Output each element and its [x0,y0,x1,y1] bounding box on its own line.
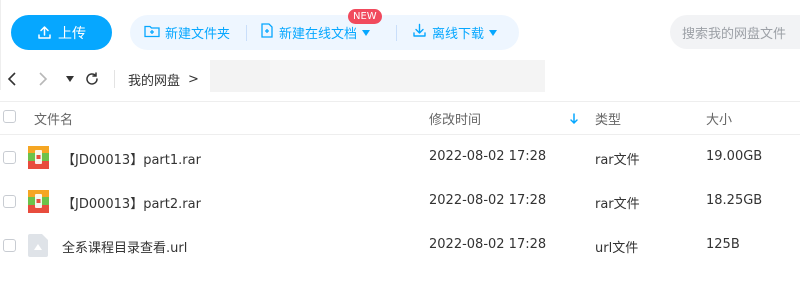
file-name[interactable]: 【JD00013】part2.rar [62,193,201,212]
column-header-name[interactable]: 文件名 [34,109,73,128]
breadcrumb: 我的网盘 > [128,70,199,89]
url-file-icon [28,234,49,257]
file-name[interactable]: 【JD00013】part1.rar [62,149,201,168]
file-modified: 2022-08-02 17:28 [429,237,547,252]
file-size: 125B [706,237,740,252]
file-modified: 2022-08-02 17:28 [429,149,547,164]
column-header-type[interactable]: 类型 [595,109,621,128]
new-online-doc-label: 新建在线文档 [279,27,358,42]
upload-icon [37,25,52,40]
new-doc-icon [260,23,274,42]
file-modified: 2022-08-02 17:28 [429,193,547,208]
column-header-modified[interactable]: 修改时间 [429,109,481,128]
refresh-icon[interactable] [84,70,100,88]
file-type: rar文件 [595,197,640,212]
upload-button[interactable]: 上传 [11,15,112,50]
toolbar-divider [246,25,247,41]
column-divider [0,30,1,60]
search-placeholder: 搜索我的网盘文件 [682,26,787,42]
forward-arrow-icon[interactable] [36,70,50,88]
new-badge: NEW [348,9,382,24]
redacted-breadcrumb [210,60,270,92]
back-arrow-icon[interactable] [4,70,18,88]
table-header-bottom-border [0,134,800,135]
offline-download-label: 离线下载 [432,27,485,42]
breadcrumb-root[interactable]: 我的网盘 [128,70,180,89]
breadcrumb-separator: > [188,71,199,87]
column-divider [0,0,1,30]
toolbar-divider [396,25,397,41]
archive-icon [28,190,49,213]
table-row[interactable]: 全系课程目录查看.url 2022-08-02 17:28 url文件 125B [0,224,800,266]
table-row[interactable]: 【JD00013】part2.rar 2022-08-02 17:28 rar文… [0,180,800,222]
new-folder-label: 新建文件夹 [165,27,231,42]
file-size: 19.00GB [706,149,763,164]
upload-label: 上传 [58,25,86,42]
file-type: rar文件 [595,153,640,168]
select-all-checkbox[interactable] [3,110,16,123]
file-size: 18.25GB [706,193,763,208]
column-header-size[interactable]: 大小 [706,109,732,128]
download-icon [412,23,427,42]
row-checkbox[interactable] [3,195,16,208]
chevron-down-icon [362,25,371,40]
sort-descending-icon[interactable] [569,110,579,129]
offline-download-button[interactable]: 离线下载 [412,15,498,50]
new-folder-button[interactable]: 新建文件夹 [144,15,230,50]
redacted-breadcrumb [360,60,545,92]
file-name[interactable]: 全系课程目录查看.url [62,237,187,256]
row-checkbox[interactable] [3,151,16,164]
history-dropdown-icon[interactable] [64,70,76,88]
column-divider [0,60,1,90]
toolbar-action-group: 新建文件夹 新建在线文档 离线下载 [130,15,519,50]
new-folder-icon [144,24,160,42]
search-input[interactable]: 搜索我的网盘文件 [670,15,800,49]
table-header-top-border [0,101,800,102]
nav-separator [114,70,115,88]
redacted-breadcrumb [270,60,360,92]
table-row[interactable]: 【JD00013】part1.rar 2022-08-02 17:28 rar文… [0,136,800,178]
row-checkbox[interactable] [3,239,16,252]
file-type: url文件 [595,241,639,256]
chevron-down-icon [489,25,498,40]
archive-icon [28,146,49,169]
